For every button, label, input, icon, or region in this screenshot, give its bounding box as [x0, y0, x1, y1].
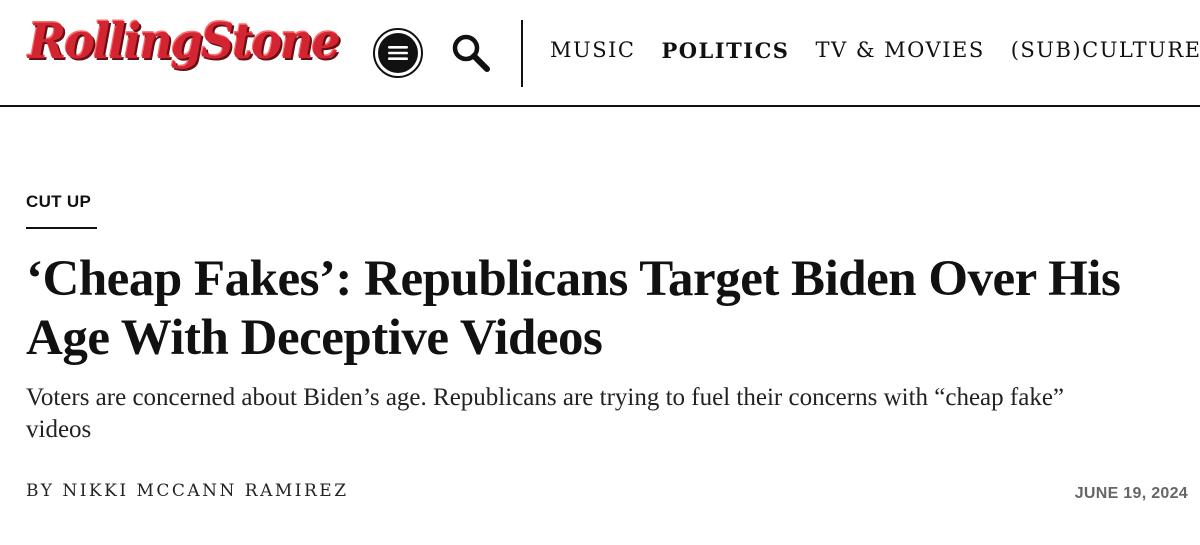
nav-item-tv-movies[interactable]: TV & MOVIES — [815, 38, 984, 63]
nav-item-music[interactable]: MUSIC — [550, 38, 635, 63]
search-button[interactable] — [449, 32, 493, 76]
menu-button[interactable] — [373, 28, 423, 78]
byline-prefix: BY — [26, 481, 55, 501]
site-header: RollingStone MUSIC POLITICS TV & MOVIES … — [0, 0, 1200, 107]
article-headline: ‘Cheap Fakes’: Republicans Target Biden … — [26, 251, 1121, 366]
search-icon — [452, 34, 490, 72]
main-nav: MUSIC POLITICS TV & MOVIES (SUB)CULTURE — [550, 38, 1200, 63]
author-link[interactable]: NIKKI MCCANN RAMIREZ — [62, 481, 348, 501]
nav-item-politics[interactable]: POLITICS — [661, 38, 789, 63]
publish-date: JUNE 19, 2024 — [1074, 485, 1188, 502]
hamburger-menu-icon — [378, 33, 418, 73]
article-kicker[interactable]: CUT UP — [26, 192, 91, 212]
article-byline: BY NIKKI MCCANN RAMIREZ — [26, 481, 349, 501]
kicker-underline — [26, 227, 97, 229]
nav-item-subculture[interactable]: (SUB)CULTURE — [1011, 38, 1200, 63]
nav-divider — [521, 20, 523, 87]
article-subhead: Voters are concerned about Biden’s age. … — [26, 384, 1065, 443]
rolling-stone-logo[interactable]: RollingStone — [28, 17, 341, 65]
